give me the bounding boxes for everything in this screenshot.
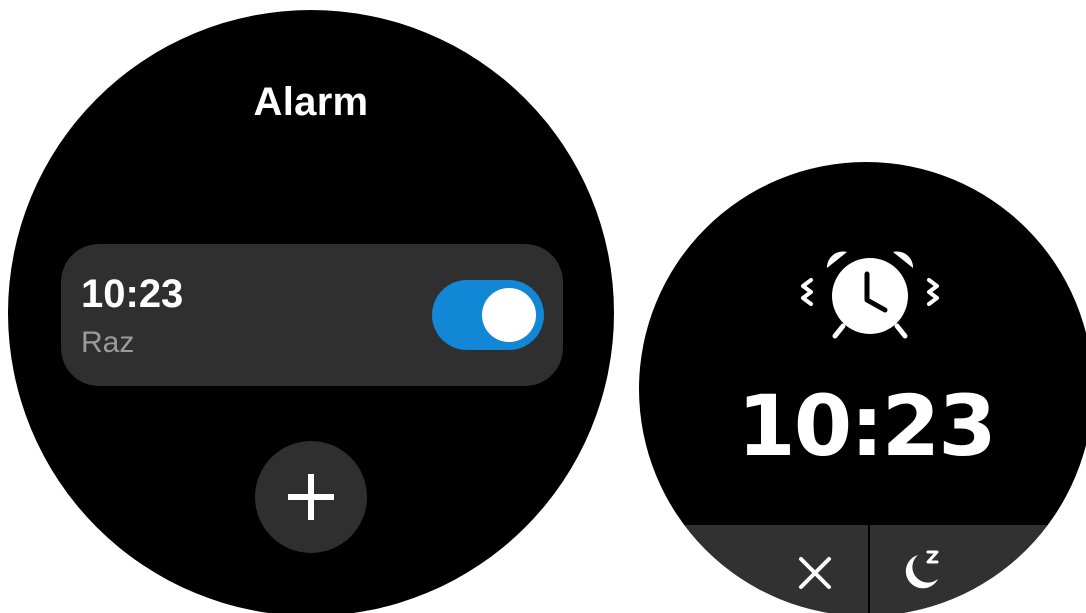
toggle-knob bbox=[482, 288, 536, 342]
alarm-clock-ringing-icon bbox=[801, 251, 939, 339]
add-alarm-button[interactable] bbox=[255, 441, 367, 553]
alarm-list-watch-face: Alarm 10:23 Raz bbox=[8, 10, 614, 613]
alarm-time: 10:23 bbox=[81, 272, 184, 316]
close-icon bbox=[799, 557, 831, 589]
page-title: Alarm bbox=[253, 80, 369, 124]
snooze-moon-icon bbox=[905, 550, 939, 589]
screenshot-stage: Alarm 10:23 Raz 10:23 bbox=[0, 0, 1086, 613]
alarm-enabled-toggle[interactable] bbox=[432, 280, 544, 350]
snooze-alarm-button[interactable] bbox=[870, 525, 1086, 613]
alarm-label: Raz bbox=[81, 326, 135, 359]
dismiss-alarm-button[interactable] bbox=[639, 525, 868, 613]
ringing-alarm-time: 10:23 bbox=[737, 377, 996, 475]
ringing-alarm-watch-face: 10:23 bbox=[639, 162, 1086, 613]
plus-icon bbox=[288, 474, 334, 520]
alarm-action-bar bbox=[639, 525, 1086, 613]
alarm-item[interactable]: 10:23 Raz bbox=[61, 244, 563, 386]
